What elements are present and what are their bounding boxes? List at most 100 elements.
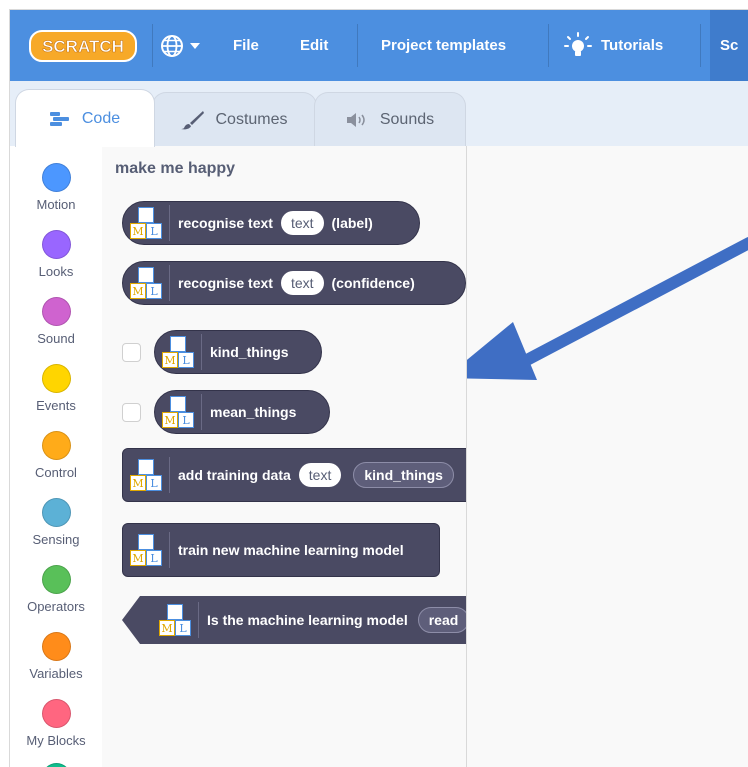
mean-things-checkbox[interactable] — [122, 403, 141, 422]
menu-divider — [357, 24, 358, 67]
ml-icon-m: M — [130, 475, 146, 491]
ml-icon-top: ⚛ — [138, 534, 154, 550]
train-model-block[interactable]: ⚛ M L train new machine learning model — [122, 523, 440, 577]
category-sensing[interactable]: Sensing — [10, 498, 102, 547]
ml-icon-m: M — [159, 620, 175, 636]
ml-icon-top: ⚛ — [138, 207, 154, 223]
category-menu: Motion Looks Sound Events Control Sensin… — [10, 146, 103, 767]
block-text: kind_things — [210, 344, 289, 360]
menu-divider — [152, 24, 153, 67]
brush-icon — [181, 110, 205, 130]
palette-section-title: make me happy — [115, 160, 236, 177]
category-extension[interactable] — [10, 763, 102, 767]
language-menu[interactable] — [160, 10, 204, 81]
block-text: add training data — [178, 467, 291, 483]
block-text: recognise text — [178, 215, 273, 231]
kind-things-reporter[interactable]: ⚛ M L kind_things — [154, 330, 322, 374]
category-looks[interactable]: Looks — [10, 230, 102, 279]
category-label: Motion — [36, 197, 76, 212]
category-dot — [41, 163, 71, 192]
block-text: mean_things — [210, 404, 297, 420]
tutorials-menu[interactable]: Tutorials — [563, 10, 663, 81]
script-area[interactable] — [467, 146, 748, 767]
scratch-window: SCRATCH File Edit Project templates Tuto… — [9, 9, 748, 767]
ml-icon-l: L — [178, 412, 194, 428]
block-text: recognise text — [178, 275, 273, 291]
text-input[interactable]: text — [280, 211, 324, 235]
tutorials-label: Tutorials — [601, 37, 664, 54]
kind-things-checkbox[interactable] — [122, 343, 141, 362]
ml-extension-icon: ⚛ M L — [152, 602, 199, 638]
logo-text: SCRATCH — [42, 37, 124, 56]
ml-extension-icon: ⚛ M L — [123, 457, 170, 493]
text-input[interactable]: text — [280, 271, 324, 295]
ml-extension-icon: ⚛ M L — [155, 394, 202, 430]
ml-icon-top: ⚛ — [170, 336, 186, 352]
project-templates-menu[interactable]: Project templates — [381, 10, 506, 81]
ml-icon-m: M — [130, 223, 146, 239]
category-dot — [41, 431, 71, 460]
mean-things-reporter[interactable]: ⚛ M L mean_things — [154, 390, 330, 434]
ml-icon-top: ⚛ — [138, 267, 154, 283]
tab-code[interactable]: Code — [15, 89, 155, 147]
ml-icon-top: ⚛ — [167, 604, 183, 620]
is-model-ready-block[interactable]: ⚛ M L Is the machine learning model read — [122, 596, 466, 644]
category-label: Operators — [27, 599, 85, 614]
category-my-blocks[interactable]: My Blocks — [10, 699, 102, 748]
speaker-icon — [346, 112, 370, 128]
category-variables[interactable]: Variables — [10, 632, 102, 681]
code-icon — [49, 111, 72, 127]
category-dot — [41, 297, 71, 326]
block-text: Is the machine learning model — [207, 612, 408, 628]
category-dot — [41, 230, 71, 259]
block-text: (confidence) — [331, 275, 415, 291]
ml-icon-top: ⚛ — [138, 459, 154, 475]
ml-icon-l: L — [146, 283, 162, 299]
ml-icon-l: L — [146, 475, 162, 491]
ml-icon-m: M — [162, 412, 178, 428]
ml-icon-m: M — [130, 283, 146, 299]
category-dot — [41, 565, 71, 594]
ml-extension-icon: ⚛ M L — [123, 265, 170, 301]
menu-divider — [700, 24, 701, 67]
category-label: Looks — [38, 264, 74, 279]
block-text: (label) — [331, 215, 373, 231]
category-dot — [41, 632, 71, 661]
menu-bar: SCRATCH File Edit Project templates Tuto… — [10, 10, 748, 81]
tab-sounds[interactable]: Sounds — [314, 92, 466, 147]
category-dot — [41, 699, 71, 728]
add-training-data-block[interactable]: ⚛ M L add training data text kind_things — [122, 448, 466, 502]
globe-icon — [161, 34, 200, 57]
tab-costumes-label: Costumes — [215, 111, 288, 128]
category-sound[interactable]: Sound — [10, 297, 102, 346]
ml-icon-m: M — [162, 352, 178, 368]
scratch-link-menu[interactable]: Sc — [710, 10, 748, 81]
recognise-text-confidence-block[interactable]: ⚛ M L recognise text text (confidence) — [122, 261, 466, 305]
ml-icon-top: ⚛ — [170, 396, 186, 412]
tab-code-label: Code — [81, 109, 121, 127]
category-label: My Blocks — [26, 733, 86, 748]
menu-divider — [548, 24, 549, 67]
recognise-text-label-block[interactable]: ⚛ M L recognise text text (label) — [122, 201, 420, 245]
block-palette: make me happy ⚛ M L recognise text text … — [102, 146, 467, 767]
tab-costumes[interactable]: Costumes — [152, 92, 317, 147]
ready-dropdown[interactable]: read — [417, 607, 466, 633]
text-input[interactable]: text — [298, 463, 342, 487]
lightbulb-icon — [564, 31, 592, 56]
category-control[interactable]: Control — [10, 431, 102, 480]
category-label: Control — [35, 465, 77, 480]
category-dot — [41, 364, 71, 393]
block-text: train new machine learning model — [178, 542, 404, 558]
category-label: Sensing — [32, 532, 80, 547]
category-label: Events — [36, 398, 76, 413]
file-menu[interactable]: File — [233, 10, 259, 81]
category-motion[interactable]: Motion — [10, 163, 102, 212]
category-operators[interactable]: Operators — [10, 565, 102, 614]
ml-icon-l: L — [175, 620, 191, 636]
category-events[interactable]: Events — [10, 364, 102, 413]
ml-extension-icon: ⚛ M L — [123, 205, 170, 241]
label-dropdown[interactable]: kind_things — [353, 462, 454, 488]
scratch-logo[interactable]: SCRATCH — [28, 29, 138, 63]
annotation-arrow-icon — [467, 237, 748, 380]
edit-menu[interactable]: Edit — [300, 10, 328, 81]
